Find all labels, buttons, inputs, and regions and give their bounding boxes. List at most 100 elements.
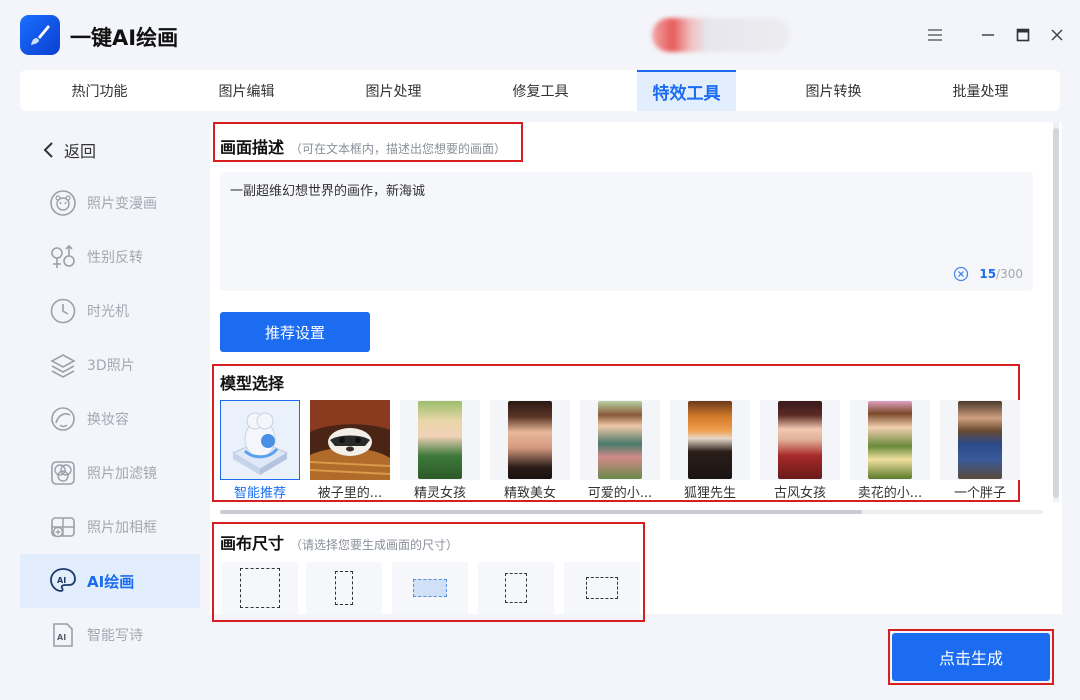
model-thumbnail [310,400,390,480]
ferret-image [310,400,390,480]
models-title: 模型选择 [220,374,285,393]
char-count: 15 [979,267,997,281]
sidebar-item-label: 3D照片 [87,358,135,374]
model-thumbnail [670,400,750,480]
model-item-elf-girl[interactable]: 精灵女孩 [400,400,480,501]
model-thumbnail [940,400,1020,480]
frame-add-icon [48,512,78,542]
sidebar-item-label: 照片加相框 [87,520,157,536]
sidebar-item-label: AI绘画 [87,572,135,591]
chevron-left-icon [43,142,53,158]
model-item-ancient-girl[interactable]: 古风女孩 [760,400,840,501]
model-item-cute-kid[interactable]: 可爱的小... [580,400,660,501]
sidebar-item-smart-poem[interactable]: AI 智能写诗 [20,608,200,662]
canvas-title: 画布尺寸 （请选择您要生成画面的尺寸） [220,534,459,553]
char-max: /300 [996,267,1023,281]
sidebar-item-time-machine[interactable]: 时光机 [20,284,200,338]
layers-icon [48,350,78,380]
model-item-pretty-lady[interactable]: 精致美女 [490,400,570,501]
sidebar-item-label: 换妆容 [87,412,129,428]
main-vertical-scrollbar[interactable] [1053,122,1059,502]
flower-girl-image [868,401,912,479]
description-input[interactable]: 一副超维幻想世界的画作，新海诚 15/300 [220,172,1033,291]
canvas-size-option-tall[interactable] [306,562,382,614]
minimize-icon[interactable] [978,25,998,45]
model-thumbnail [400,400,480,480]
description-title: 画面描述 （可在文本框内，描述出您想要的画面） [220,138,507,157]
app-title: 一键AI绘画 [70,26,179,50]
model-label: 精灵女孩 [413,486,466,501]
maximize-icon[interactable] [1013,25,1033,45]
clock-icon [48,296,78,326]
ai-paint-icon: AI [48,566,78,596]
title-bar: 一键AI绘画 [0,0,1080,70]
ancient-girl-image [778,401,822,479]
close-icon[interactable] [1047,25,1067,45]
model-thumbnail [220,400,300,480]
user-avatar[interactable] [652,18,790,52]
back-button[interactable]: 返回 [42,138,96,162]
model-label: 精致美女 [503,486,556,501]
main-panel: 画面描述 （可在文本框内，描述出您想要的画面） 一副超维幻想世界的画作，新海诚 1… [210,122,1062,622]
sidebar-item-label: 性别反转 [87,250,143,266]
model-thumbnail [490,400,570,480]
canvas-size-option-portrait[interactable] [478,562,554,614]
sidebar-item-label: 智能写诗 [87,628,143,644]
sidebar-item-photo-frame[interactable]: 照片加相框 [20,500,200,554]
model-label: 卖花的小... [857,486,923,501]
description-hint: （可在文本框内，描述出您想要的画面） [290,142,507,156]
brush-icon [31,25,50,45]
recommend-settings-button[interactable]: 推荐设置 [220,312,370,352]
smart-recommend-icon [231,412,289,475]
model-label: 被子里的... [317,486,383,501]
svg-text:AI: AI [57,576,66,585]
sidebar-item-photo-to-cartoon[interactable]: 照片变漫画 [20,176,200,230]
makeup-face-icon [48,404,78,434]
model-item-fat-man[interactable]: 一个胖子 [940,400,1020,501]
sidebar: 返回 照片变漫画 性别反转 时光机 3D照片 换妆容 照片加滤镜 照片加相框 A… [20,122,200,700]
svg-text:AI: AI [57,633,66,642]
tab-batch-process[interactable]: 批量处理 [907,70,1054,111]
fat-man-image [958,401,1002,479]
char-counter: 15/300 [953,266,1023,282]
model-label: 一个胖子 [953,486,1006,501]
canvas-hint: （请选择您要生成画面的尺寸） [290,538,459,552]
filter-icon [48,458,78,488]
sidebar-item-label: 时光机 [87,304,129,320]
tab-hot-features[interactable]: 热门功能 [26,70,173,111]
clear-icon[interactable] [953,266,969,282]
generate-button[interactable]: 点击生成 [892,633,1050,681]
model-thumbnail [850,400,930,480]
tab-image-process[interactable]: 图片处理 [320,70,467,111]
menu-icon[interactable] [925,25,945,45]
cute-kid-image [598,401,642,479]
model-list: 智能推荐 被子里的... 精灵女孩 精致美女 可爱的小... 狐狸先生 古风女孩… [220,400,1060,501]
model-label: 古风女孩 [773,486,826,501]
canvas-size-option-landscape[interactable] [564,562,640,614]
tab-effect-tools[interactable]: 特效工具 [637,70,736,111]
model-item-in-blanket[interactable]: 被子里的... [310,400,390,501]
sidebar-item-photo-filter[interactable]: 照片加滤镜 [20,446,200,500]
model-item-flower-girl[interactable]: 卖花的小... [850,400,930,501]
model-item-mr-fox[interactable]: 狐狸先生 [670,400,750,501]
model-label: 可爱的小... [587,486,653,501]
model-item-smart[interactable]: 智能推荐 [220,400,300,501]
elf-girl-image [418,401,462,479]
mr-fox-image [688,401,732,479]
back-label: 返回 [64,142,97,161]
tab-image-edit[interactable]: 图片编辑 [173,70,320,111]
model-label: 智能推荐 [233,486,286,501]
canvas-size-option-wide[interactable] [392,562,468,614]
tab-repair-tools[interactable]: 修复工具 [467,70,614,111]
sidebar-item-ai-paint[interactable]: AI AI绘画 [20,554,200,608]
sidebar-item-label: 照片变漫画 [87,196,157,212]
model-thumbnail [760,400,840,480]
sidebar-item-makeup[interactable]: 换妆容 [20,392,200,446]
canvas-size-option-square[interactable] [222,562,298,614]
sidebar-item-3d-photo[interactable]: 3D照片 [20,338,200,392]
model-thumbnail [580,400,660,480]
model-horizontal-scrollbar[interactable] [220,510,1043,514]
sidebar-item-gender-swap[interactable]: 性别反转 [20,230,200,284]
tab-image-convert[interactable]: 图片转换 [760,70,907,111]
description-text: 一副超维幻想世界的画作，新海诚 [230,184,426,199]
